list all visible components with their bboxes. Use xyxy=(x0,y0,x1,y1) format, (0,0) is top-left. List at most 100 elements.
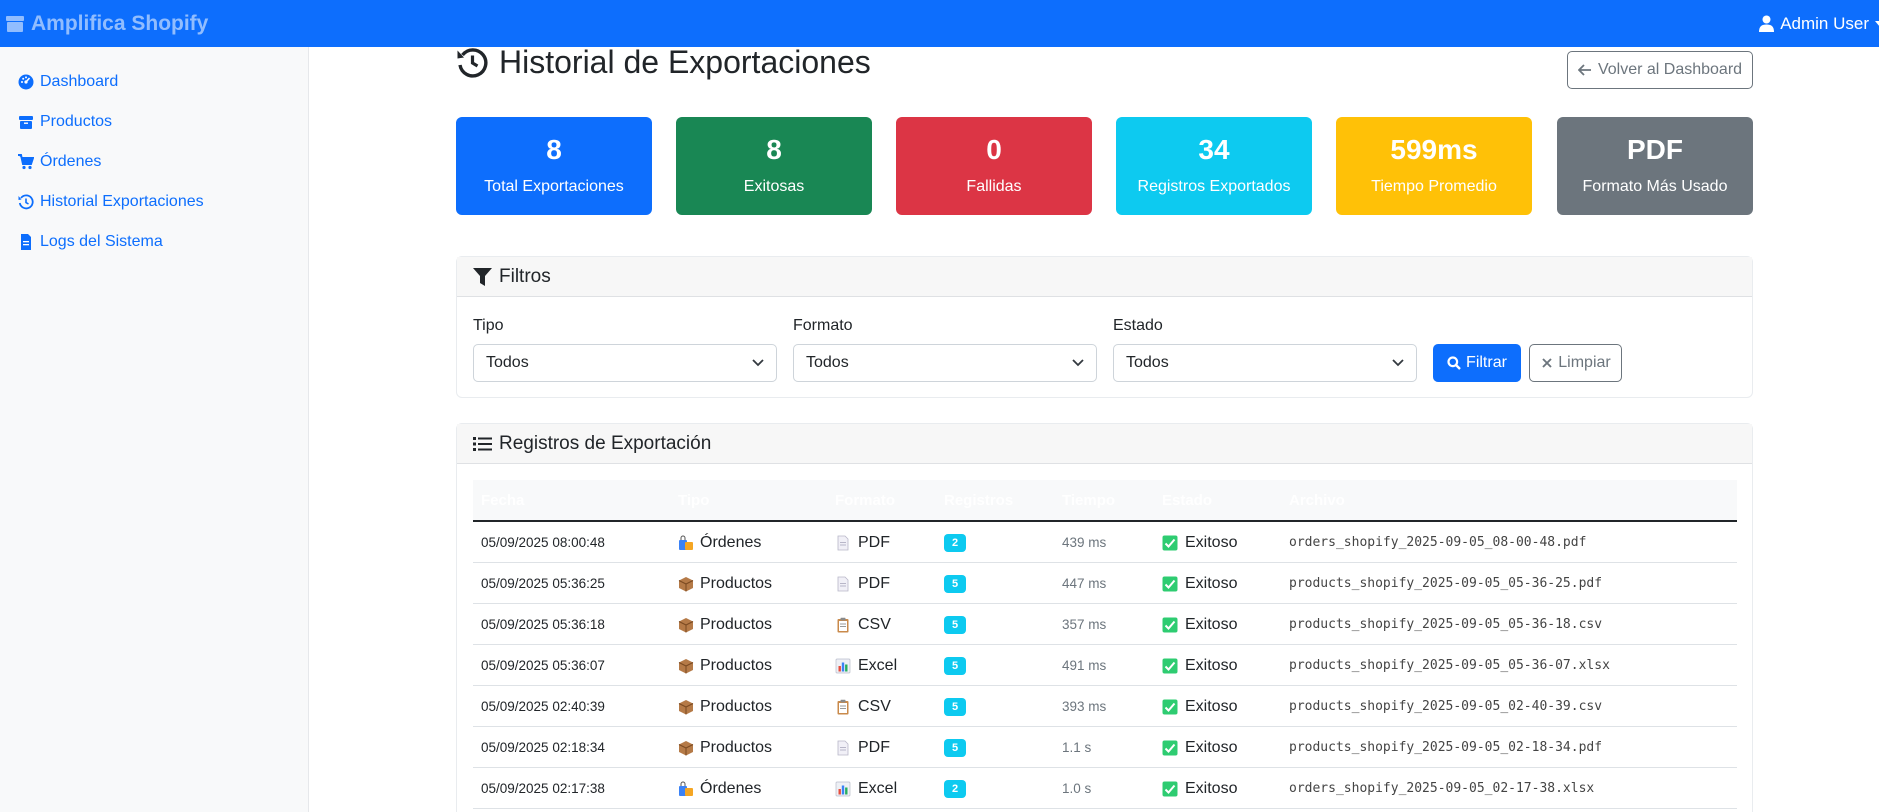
tipo-select[interactable]: Todos xyxy=(473,344,777,382)
cell-tiempo: 439 ms xyxy=(1062,535,1107,550)
cell-fecha: 05/09/2025 02:17:38 xyxy=(481,781,605,796)
records-count-badge: 2 xyxy=(944,779,966,798)
package-icon xyxy=(678,617,694,632)
filter-button[interactable]: Filtrar xyxy=(1433,344,1521,382)
clipboard-icon xyxy=(837,699,849,714)
cell-registros: 5 xyxy=(944,563,966,604)
cell-estado: Exitoso xyxy=(1162,604,1237,645)
stat-card-tiempo: 599ms Tiempo Promedio xyxy=(1336,117,1532,215)
cell-estado-text: Exitoso xyxy=(1185,574,1238,592)
brand[interactable]: Amplifica Shopify xyxy=(5,12,208,36)
page-icon xyxy=(837,576,849,591)
back-button-label: Volver al Dashboard xyxy=(1597,61,1743,78)
column-header-tiempo[interactable]: Tiempo xyxy=(1062,492,1115,509)
sidebar-item-logs[interactable]: Logs del Sistema xyxy=(18,233,163,251)
page-title: Historial de Exportaciones xyxy=(456,44,871,81)
cell-estado: Exitoso xyxy=(1162,768,1237,809)
tipo-select-value: Todos xyxy=(486,354,529,371)
stat-value: 8 xyxy=(766,134,782,165)
estado-label: Estado xyxy=(1113,317,1163,334)
stat-card-formato: PDF Formato Más Usado xyxy=(1557,117,1753,215)
cell-tiempo: 491 ms xyxy=(1062,658,1107,673)
sidebar-item-productos[interactable]: Productos xyxy=(18,113,112,131)
cell-formato-text: PDF xyxy=(858,533,890,551)
check-icon xyxy=(1162,740,1178,755)
estado-select[interactable]: Todos xyxy=(1113,344,1417,382)
records-count-badge: 5 xyxy=(944,615,966,634)
cell-archivo: orders_shopify_2025-09-05_08-00-48.pdf xyxy=(1289,535,1587,550)
cell-estado: Exitoso xyxy=(1162,522,1237,563)
table-row: 05/09/2025 02:18:34 Productos PDF 5 1.1 s Exi… xyxy=(473,727,1737,768)
cell-formato: PDF xyxy=(835,563,890,604)
dashboard-icon xyxy=(18,74,34,90)
cell-tiempo: 447 ms xyxy=(1062,576,1107,591)
column-header-archivo[interactable]: Archivo xyxy=(1289,492,1345,509)
cell-tiempo: 357 ms xyxy=(1062,617,1107,632)
history-icon xyxy=(457,48,488,78)
cell-fecha: 05/09/2025 05:36:25 xyxy=(481,576,605,591)
column-header-formato[interactable]: Formato xyxy=(835,492,895,509)
cell-estado-text: Exitoso xyxy=(1185,697,1238,715)
cell-archivo: products_shopify_2025-09-05_05-36-18.csv xyxy=(1289,617,1603,632)
check-icon xyxy=(1162,699,1178,714)
cell-estado: Exitoso xyxy=(1162,563,1237,604)
sidebar-item-dashboard[interactable]: Dashboard xyxy=(18,73,118,91)
stat-label: Registros Exportados xyxy=(1137,178,1291,195)
table-row: 05/09/2025 05:36:18 Productos CSV 5 357 ms Ex… xyxy=(473,604,1737,645)
formato-select[interactable]: Todos xyxy=(793,344,1097,382)
cell-formato: Excel xyxy=(835,645,897,686)
column-header-fecha[interactable]: Fecha xyxy=(481,492,524,509)
cell-tipo-text: Órdenes xyxy=(700,779,762,797)
cell-registros: 2 xyxy=(944,768,966,809)
filters-title: Filtros xyxy=(499,265,551,287)
column-header-tipo[interactable]: Tipo xyxy=(678,492,709,509)
stat-label: Fallidas xyxy=(966,178,1022,195)
shopping-bags-icon xyxy=(679,535,693,550)
stat-label: Formato Más Usado xyxy=(1582,178,1728,195)
bar-chart-icon xyxy=(835,781,851,796)
package-icon xyxy=(678,740,694,755)
cell-registros: 5 xyxy=(944,686,966,727)
chevron-down-icon xyxy=(752,359,764,367)
sidebar-item-historial-exportaciones[interactable]: Historial Exportaciones xyxy=(18,193,204,211)
stat-value: 599ms xyxy=(1390,134,1478,165)
cell-formato: PDF xyxy=(835,522,890,563)
column-header-registros[interactable]: Registros xyxy=(944,492,1013,509)
cell-fecha: 05/09/2025 02:40:39 xyxy=(481,699,605,714)
cell-archivo: products_shopify_2025-09-05_05-36-07.xls… xyxy=(1289,658,1610,673)
sidebar-item-label: Logs del Sistema xyxy=(40,233,163,250)
cell-archivo: orders_shopify_2025-09-05_02-17-38.xlsx xyxy=(1289,781,1595,796)
cell-formato-text: Excel xyxy=(858,779,898,797)
table-row: 05/09/2025 08:00:48 Órdenes PDF 2 439 ms Exit… xyxy=(473,522,1737,563)
cell-formato-text: PDF xyxy=(858,738,890,756)
list-icon xyxy=(473,436,492,451)
back-to-dashboard-button[interactable]: Volver al Dashboard xyxy=(1567,51,1753,89)
filters-card: Filtros Tipo Todos Formato Todos Estado … xyxy=(456,256,1753,398)
user-menu[interactable]: Admin User xyxy=(1759,14,1879,34)
column-header-estado[interactable]: Estado xyxy=(1162,492,1212,509)
sidebar-item-ordenes[interactable]: Órdenes xyxy=(18,153,101,171)
stat-card-fallidas: 0 Fallidas xyxy=(896,117,1092,215)
shopping-bags-icon xyxy=(679,781,693,796)
package-icon xyxy=(678,699,694,714)
sidebar-item-label: Órdenes xyxy=(40,153,102,170)
cell-estado: Exitoso xyxy=(1162,727,1237,768)
clear-button[interactable]: Limpiar xyxy=(1529,344,1622,382)
cell-estado-text: Exitoso xyxy=(1185,656,1238,674)
cell-formato: Excel xyxy=(835,768,897,809)
brand-name: Amplifica Shopify xyxy=(31,11,209,35)
cell-fecha: 05/09/2025 05:36:07 xyxy=(481,658,605,673)
cell-formato: CSV xyxy=(835,604,891,645)
cart-icon xyxy=(18,154,34,170)
cell-tipo: Productos xyxy=(678,645,772,686)
top-navbar: Amplifica Shopify Admin User xyxy=(0,0,1879,47)
chevron-down-icon xyxy=(1875,20,1879,26)
cell-formato-text: Excel xyxy=(858,656,898,674)
tipo-label: Tipo xyxy=(473,317,504,334)
cell-formato: PDF xyxy=(835,727,890,768)
cell-formato: CSV xyxy=(835,686,891,727)
table-row: 05/09/2025 02:40:39 Productos CSV 5 393 ms Ex… xyxy=(473,686,1737,727)
close-icon xyxy=(1542,358,1552,368)
stat-label: Total Exportaciones xyxy=(484,178,624,195)
records-count-badge: 5 xyxy=(944,656,966,675)
